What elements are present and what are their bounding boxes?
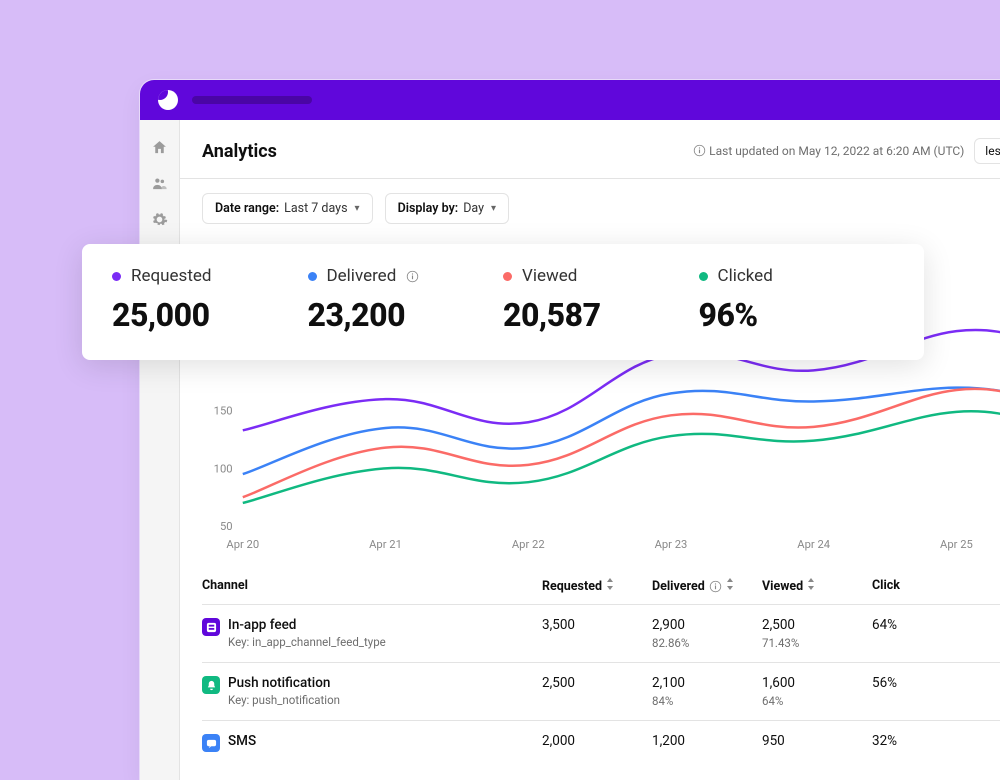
display-by-label: Display by: <box>398 201 459 216</box>
cell-delivered: 1,200 <box>652 733 762 749</box>
chart: 50100150200Apr 20Apr 21Apr 22Apr 23Apr 2… <box>180 326 1000 556</box>
kpi-label: Clicked <box>718 266 773 286</box>
table-row[interactable]: In-app feed Key: in_app_channel_feed_typ… <box>202 604 1000 662</box>
sms-icon <box>202 734 220 752</box>
kpi-viewed: Viewed 20,587 <box>503 266 699 334</box>
cell-delivered: 2,100 <box>652 675 762 691</box>
channel-key: Key: push_notification <box>228 693 340 707</box>
chevron-down-icon: ▾ <box>491 203 496 214</box>
cell-delivered-pct: 82.86% <box>652 636 762 650</box>
content: Analytics Last updated on May 12, 2022 a… <box>180 120 1000 780</box>
kpi-clicked: Clicked 96% <box>699 266 895 334</box>
sidebar <box>140 120 180 780</box>
last-updated: Last updated on May 12, 2022 at 6:20 AM … <box>693 144 964 158</box>
channel-table: Channel Requested Delivered <box>180 566 1000 764</box>
cell-requested: 3,500 <box>542 617 652 633</box>
svg-text:Apr 23: Apr 23 <box>655 538 688 551</box>
channel-name: In-app feed <box>228 617 386 633</box>
dot-icon <box>112 272 121 281</box>
svg-text:Apr 21: Apr 21 <box>369 538 402 551</box>
date-range-value: Last 7 days <box>284 201 347 216</box>
kpi-value: 20,587 <box>503 296 699 334</box>
channel-key: Key: in_app_channel_feed_type <box>228 635 386 649</box>
date-range-select[interactable]: Date range: Last 7 days ▾ <box>202 193 373 224</box>
table-row[interactable]: SMS 2,000 1,200 950 32% <box>202 720 1000 764</box>
column-viewed[interactable]: Viewed <box>762 578 872 594</box>
display-by-select[interactable]: Display by: Day ▾ <box>385 193 509 224</box>
cell-delivered-pct: 84% <box>652 694 762 708</box>
kpi-label: Delivered <box>327 266 397 286</box>
kpi-value: 96% <box>699 296 895 334</box>
users-icon[interactable] <box>151 174 169 192</box>
app-window: Analytics Last updated on May 12, 2022 a… <box>140 80 1000 780</box>
channel-name: SMS <box>228 733 256 749</box>
column-channel[interactable]: Channel <box>202 578 542 593</box>
cell-delivered: 2,900 <box>652 617 762 633</box>
channel-name: Push notification <box>228 675 340 691</box>
svg-text:100: 100 <box>214 462 233 475</box>
kpi-delivered: Delivered 23,200 <box>308 266 504 334</box>
info-icon[interactable] <box>406 270 419 283</box>
info-icon <box>709 580 722 593</box>
svg-text:Apr 24: Apr 24 <box>797 538 830 551</box>
chevron-down-icon: ▾ <box>355 203 360 214</box>
brand-logo <box>158 90 178 110</box>
svg-text:50: 50 <box>220 520 233 533</box>
sort-icon <box>726 578 734 594</box>
cell-clicked: 32% <box>872 733 982 749</box>
feed-icon <box>202 618 220 636</box>
dot-icon <box>308 272 317 281</box>
kpi-value: 23,200 <box>308 296 504 334</box>
dot-icon <box>699 272 708 281</box>
kpi-label: Viewed <box>522 266 577 286</box>
bell-icon <box>202 676 220 694</box>
date-range-label: Date range: <box>215 201 279 216</box>
title-placeholder <box>192 96 312 104</box>
display-by-value: Day <box>463 201 484 216</box>
svg-text:Apr 20: Apr 20 <box>226 538 259 551</box>
cell-viewed-pct: 64% <box>762 694 872 708</box>
dot-icon <box>503 272 512 281</box>
title-bar <box>140 80 1000 120</box>
cell-requested: 2,500 <box>542 675 652 691</box>
kpi-value: 25,000 <box>112 296 308 334</box>
sort-icon <box>606 578 614 594</box>
sort-icon <box>807 578 815 594</box>
page-title: Analytics <box>202 141 277 162</box>
range-pill[interactable]: less tha <box>974 138 1000 164</box>
kpi-card: Requested 25,000 Delivered 23,200 Viewed… <box>82 244 924 360</box>
kpi-requested: Requested 25,000 <box>112 266 308 334</box>
svg-text:Apr 25: Apr 25 <box>940 538 973 551</box>
info-icon <box>693 144 706 157</box>
cell-clicked: 64% <box>872 617 982 633</box>
column-clicked[interactable]: Click <box>872 578 982 593</box>
cell-clicked: 56% <box>872 675 982 691</box>
svg-text:Apr 22: Apr 22 <box>512 538 545 551</box>
kpi-label: Requested <box>131 266 211 286</box>
cell-requested: 2,000 <box>542 733 652 749</box>
cell-viewed-pct: 71.43% <box>762 636 872 650</box>
cell-viewed: 1,600 <box>762 675 872 691</box>
svg-text:150: 150 <box>214 405 233 418</box>
gear-icon[interactable] <box>151 210 169 228</box>
table-row[interactable]: Push notification Key: push_notification… <box>202 662 1000 720</box>
column-delivered[interactable]: Delivered <box>652 578 762 594</box>
home-icon[interactable] <box>151 138 169 156</box>
column-requested[interactable]: Requested <box>542 578 652 594</box>
cell-viewed: 950 <box>762 733 872 749</box>
cell-viewed: 2,500 <box>762 617 872 633</box>
